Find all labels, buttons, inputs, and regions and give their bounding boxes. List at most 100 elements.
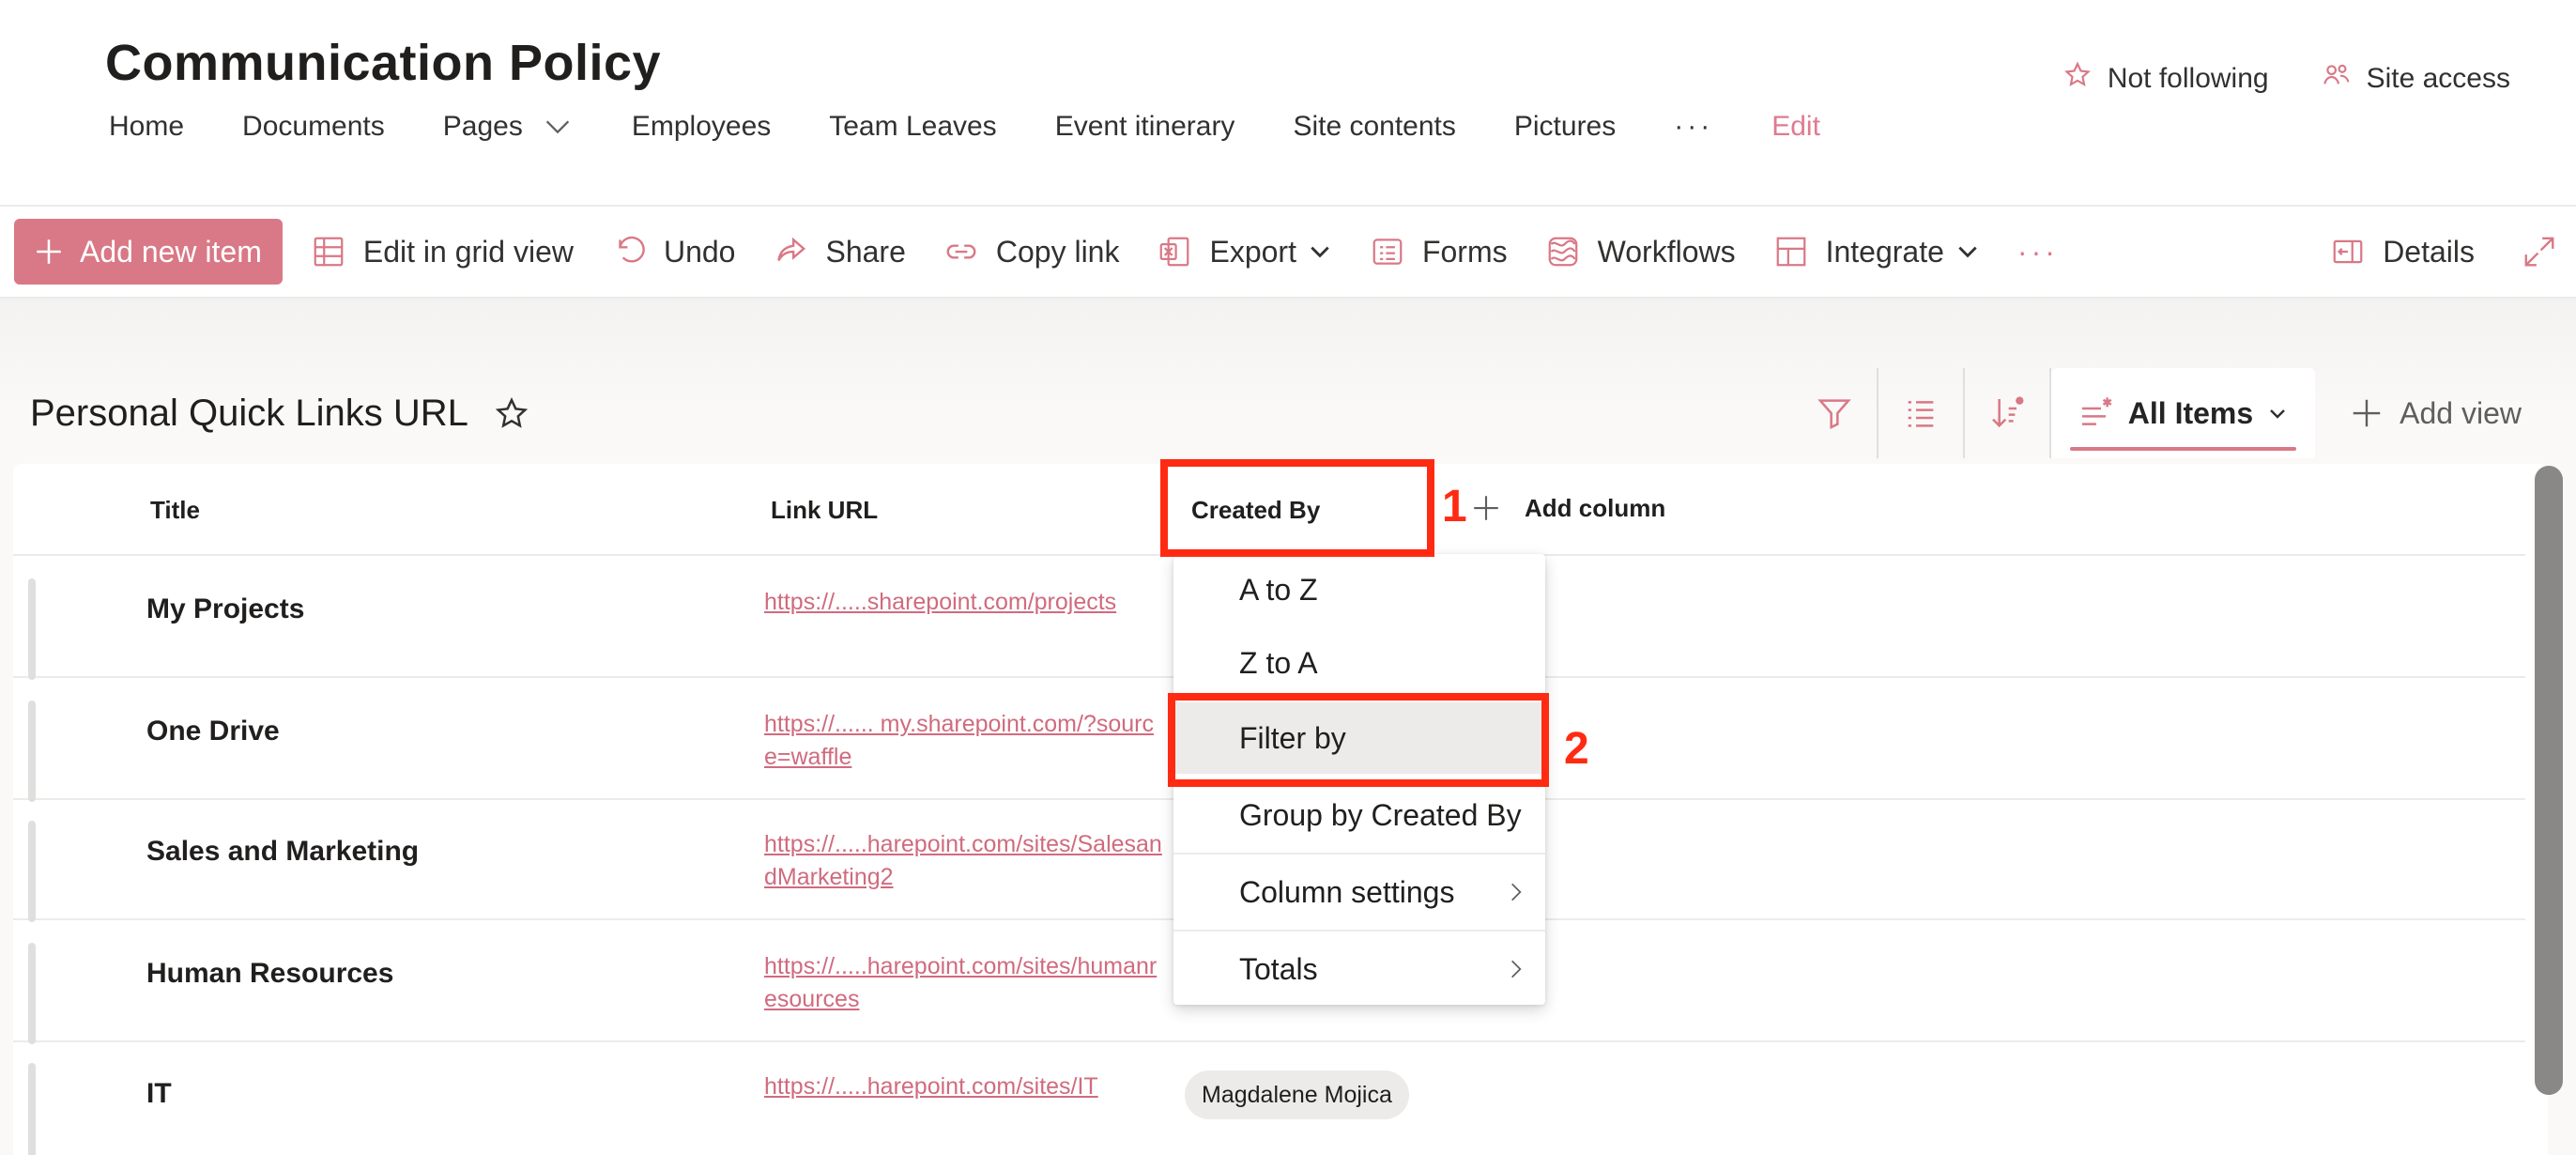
- nav-event-itinerary[interactable]: Event itinerary: [1055, 111, 1235, 143]
- row-selector[interactable]: [28, 943, 36, 1044]
- column-header-title[interactable]: Title: [150, 496, 200, 525]
- step-number-2: 2: [1564, 724, 1589, 774]
- share-button[interactable]: Share: [773, 234, 906, 270]
- plus-icon: [37, 239, 61, 264]
- row-title[interactable]: Sales and Marketing: [146, 836, 419, 868]
- sort-icon: [1991, 396, 2024, 428]
- nav-team-leaves[interactable]: Team Leaves: [829, 111, 996, 143]
- add-column-button[interactable]: Add column: [1470, 492, 1665, 524]
- add-new-item-label: Add new item: [80, 234, 262, 269]
- nav-pictures[interactable]: Pictures: [1514, 111, 1616, 143]
- people-icon: [2322, 60, 2352, 98]
- more-commands-button[interactable]: ···: [2017, 235, 2059, 270]
- row-link[interactable]: https://.....harepoint.com/sites/Salesan…: [764, 828, 1162, 894]
- menu-item-label: Totals: [1239, 951, 1318, 986]
- menu-item-z-to-a[interactable]: Z to A: [1173, 627, 1545, 699]
- menu-item-column-settings[interactable]: Column settings: [1173, 856, 1545, 928]
- view-selector[interactable]: All Items: [2050, 368, 2316, 458]
- menu-divider: [1173, 930, 1545, 932]
- menu-item-totals[interactable]: Totals: [1173, 933, 1545, 1005]
- add-view-button[interactable]: Add view: [2315, 395, 2576, 431]
- share-label: Share: [825, 234, 906, 269]
- view-selector-label: All Items: [2127, 395, 2254, 430]
- menu-item-label: Group by Created By: [1239, 797, 1522, 832]
- nav-site-contents[interactable]: Site contents: [1293, 111, 1455, 143]
- star-icon: [2062, 60, 2093, 98]
- nav-edit-link[interactable]: Edit: [1771, 111, 1820, 143]
- more-commands-label: ···: [2016, 234, 2059, 269]
- nav-documents[interactable]: Documents: [242, 111, 385, 143]
- row-title[interactable]: My Projects: [146, 593, 304, 625]
- favorite-star-icon[interactable]: [493, 395, 530, 433]
- chevron-down-icon: [2270, 409, 2286, 419]
- highlight-box-filter-by: [1168, 693, 1549, 787]
- undo-button[interactable]: Undo: [611, 234, 735, 270]
- forms-button[interactable]: Forms: [1370, 234, 1508, 270]
- site-access-button[interactable]: Site access: [2322, 60, 2510, 98]
- row-link[interactable]: https://.....harepoint.com/sites/humanre…: [764, 950, 1162, 1016]
- sort-button[interactable]: [1965, 368, 2051, 458]
- filter-button[interactable]: [1792, 368, 1878, 458]
- filter-icon: [1817, 399, 1851, 430]
- nav-pages[interactable]: Pages: [443, 111, 574, 143]
- workflows-button[interactable]: Workflows: [1545, 234, 1736, 270]
- add-view-label: Add view: [2400, 395, 2522, 430]
- export-button[interactable]: Export: [1157, 234, 1331, 270]
- forms-label: Forms: [1421, 234, 1508, 269]
- table-row[interactable]: IT https://.....harepoint.com/sites/IT M…: [13, 1042, 2525, 1155]
- integrate-label: Integrate: [1825, 234, 1944, 269]
- copy-link-label: Copy link: [995, 234, 1120, 269]
- menu-item-label: A to Z: [1239, 572, 1318, 607]
- chevron-right-icon: [1511, 883, 1522, 901]
- row-selector[interactable]: [28, 578, 36, 680]
- plus-icon: [2353, 399, 2381, 427]
- follow-button[interactable]: Not following: [2062, 60, 2269, 98]
- step-number-1: 1: [1442, 482, 1467, 531]
- grid-icon: [314, 237, 344, 267]
- chevron-down-icon: [545, 120, 569, 134]
- forms-icon: [1372, 239, 1403, 265]
- nav-home[interactable]: Home: [109, 111, 184, 143]
- plus-icon: [1474, 496, 1498, 520]
- row-link[interactable]: https://.....sharepoint.com/projects: [764, 586, 1162, 619]
- share-icon: [777, 237, 806, 262]
- row-selector[interactable]: [28, 1063, 36, 1155]
- column-header-link-url[interactable]: Link URL: [771, 496, 878, 525]
- details-button[interactable]: Details: [2330, 234, 2475, 270]
- row-link[interactable]: https://...... my.sharepoint.com/?source…: [764, 708, 1162, 774]
- view-lines-icon: [2081, 397, 2112, 425]
- list-header: Personal Quick Links URL: [30, 393, 530, 435]
- view-toolbar: All Items Add view: [1792, 368, 2576, 458]
- row-title[interactable]: IT: [146, 1078, 172, 1110]
- row-selector[interactable]: [28, 701, 36, 802]
- menu-item-a-to-z[interactable]: A to Z: [1173, 554, 1545, 625]
- menu-item-label: Z to A: [1239, 645, 1318, 680]
- add-column-label: Add column: [1525, 493, 1666, 522]
- edit-grid-view-button[interactable]: Edit in grid view: [311, 234, 574, 270]
- expand-button[interactable]: [2522, 234, 2557, 270]
- site-access-label: Site access: [2366, 63, 2510, 94]
- view-format-button[interactable]: [1878, 368, 1965, 458]
- vertical-scrollbar[interactable]: [2535, 466, 2563, 1095]
- site-title[interactable]: Communication Policy: [105, 34, 661, 92]
- row-selector[interactable]: [28, 821, 36, 922]
- integrate-icon: [1776, 237, 1805, 267]
- excel-icon: [1160, 237, 1189, 267]
- row-link[interactable]: https://.....harepoint.com/sites/IT: [764, 1070, 1162, 1103]
- chevron-down-icon: [1311, 246, 1329, 258]
- command-bar-right: Details: [2330, 207, 2557, 297]
- nav-employees[interactable]: Employees: [632, 111, 771, 143]
- link-icon: [946, 244, 976, 259]
- created-by-persona[interactable]: Magdalene Mojica: [1185, 1070, 1409, 1119]
- details-label: Details: [2383, 234, 2475, 269]
- menu-item-group-by[interactable]: Group by Created By: [1173, 779, 1545, 851]
- integrate-button[interactable]: Integrate: [1773, 234, 1980, 270]
- row-title[interactable]: Human Resources: [146, 958, 393, 990]
- nav-more-button[interactable]: ···: [1674, 111, 1713, 143]
- highlight-box-created-by: [1160, 459, 1434, 557]
- list-title: Personal Quick Links URL: [30, 393, 468, 434]
- copy-link-button[interactable]: Copy link: [943, 234, 1120, 270]
- add-new-item-button[interactable]: Add new item: [14, 219, 283, 285]
- row-title[interactable]: One Drive: [146, 716, 280, 747]
- workflows-icon: [1548, 237, 1577, 267]
